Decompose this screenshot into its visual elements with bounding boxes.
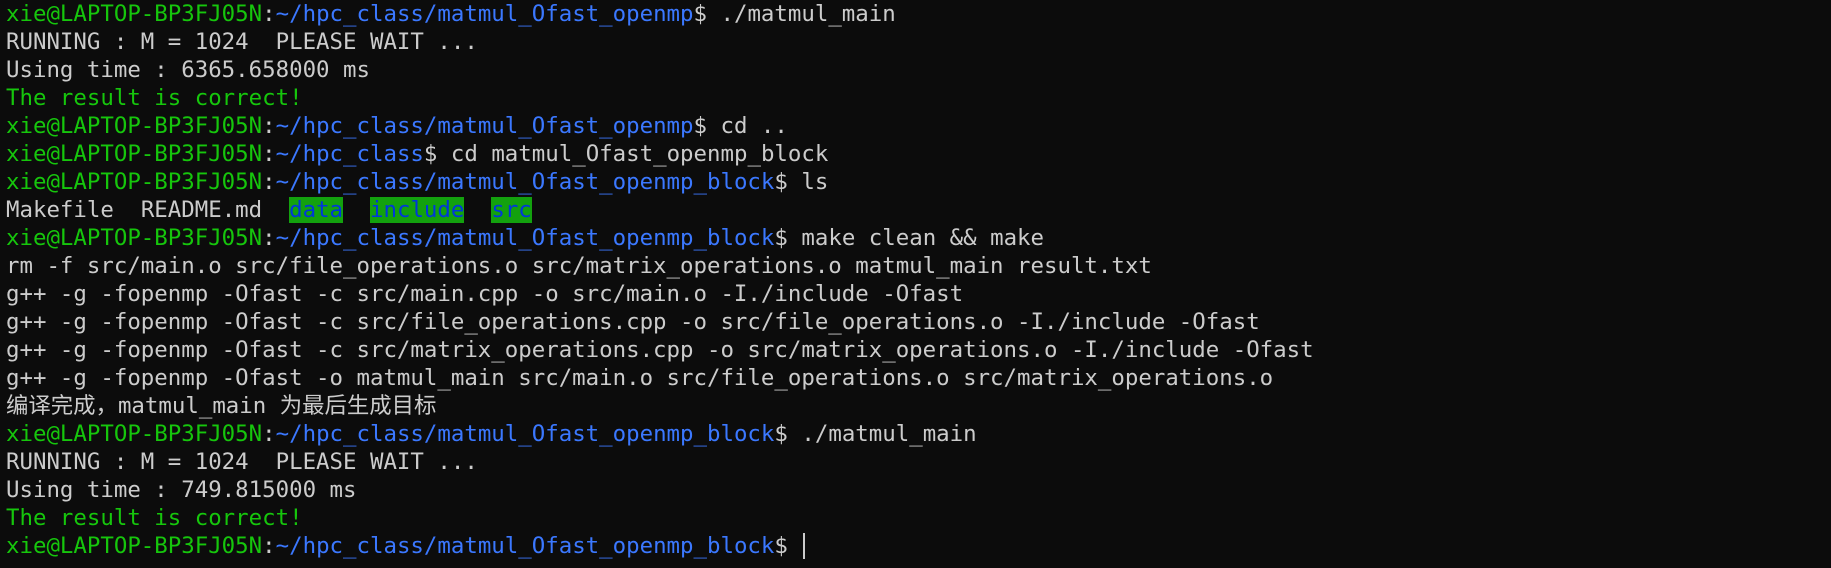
prompt-user: xie@LAPTOP-BP3FJ05N	[6, 141, 263, 167]
output-line: Using time : 749.815000 ms	[6, 477, 357, 503]
prompt-dollar: $	[693, 113, 721, 139]
text-cursor	[803, 533, 806, 559]
output-line: g++ -g -fopenmp -Ofast -c src/file_opera…	[6, 309, 1260, 335]
prompt-line: xie@LAPTOP-BP3FJ05N:~/hpc_class/matmul_O…	[6, 420, 1831, 448]
prompt-path: ~/hpc_class/matmul_Ofast_openmp_block	[275, 169, 775, 195]
success-line: The result is correct!	[6, 85, 303, 111]
prompt-path: ~/hpc_class	[275, 141, 424, 167]
prompt-dollar: $	[423, 141, 451, 167]
output-line: g++ -g -fopenmp -Ofast -o matmul_main sr…	[6, 365, 1274, 391]
prompt-separator: :	[262, 225, 276, 251]
prompt-user: xie@LAPTOP-BP3FJ05N	[6, 1, 263, 27]
prompt-separator: :	[262, 1, 276, 27]
output-line: RUNNING : M = 1024 PLEASE WAIT ...	[6, 449, 478, 475]
prompt-line: xie@LAPTOP-BP3FJ05N:~/hpc_class$ cd matm…	[6, 140, 1831, 168]
command-text: ./matmul_main	[720, 1, 896, 27]
output-line: rm -f src/main.o src/file_operations.o s…	[6, 253, 1152, 279]
file-entry: Makefile	[6, 197, 114, 223]
output-line: g++ -g -fopenmp -Ofast -c src/matrix_ope…	[6, 337, 1314, 363]
prompt-user: xie@LAPTOP-BP3FJ05N	[6, 113, 263, 139]
prompt-path: ~/hpc_class/matmul_Ofast_openmp	[275, 113, 694, 139]
command-text: cd matmul_Ofast_openmp_block	[450, 141, 829, 167]
command-text: make clean && make	[801, 225, 1045, 251]
prompt-user: xie@LAPTOP-BP3FJ05N	[6, 421, 263, 447]
prompt-separator: :	[262, 141, 276, 167]
prompt-line: xie@LAPTOP-BP3FJ05N:~/hpc_class/matmul_O…	[6, 112, 1831, 140]
command-text: cd ..	[720, 113, 788, 139]
prompt-line: xie@LAPTOP-BP3FJ05N:~/hpc_class/matmul_O…	[6, 168, 1831, 196]
file-entry: README.md	[140, 197, 263, 223]
prompt-path: ~/hpc_class/matmul_Ofast_openmp_block	[275, 421, 775, 447]
prompt-dollar: $	[774, 225, 802, 251]
prompt-dollar: $	[774, 169, 802, 195]
output-line: RUNNING : M = 1024 PLEASE WAIT ...	[6, 29, 478, 55]
prompt-line: xie@LAPTOP-BP3FJ05N:~/hpc_class/matmul_O…	[6, 0, 1831, 28]
prompt-separator: :	[262, 421, 276, 447]
prompt-dollar: $	[774, 421, 802, 447]
output-line: 编译完成，matmul_main 为最后生成目标	[6, 393, 437, 419]
prompt-separator: :	[262, 113, 276, 139]
directory-entry: data	[289, 197, 344, 223]
prompt-path: ~/hpc_class/matmul_Ofast_openmp_block	[275, 533, 775, 559]
command-text: ./matmul_main	[801, 421, 977, 447]
prompt-user: xie@LAPTOP-BP3FJ05N	[6, 225, 263, 251]
prompt-user: xie@LAPTOP-BP3FJ05N	[6, 533, 263, 559]
prompt-separator: :	[262, 169, 276, 195]
terminal-window[interactable]: xie@LAPTOP-BP3FJ05N:~/hpc_class/matmul_O…	[0, 0, 1831, 568]
prompt-dollar: $	[693, 1, 721, 27]
output-line: g++ -g -fopenmp -Ofast -c src/main.cpp -…	[6, 281, 964, 307]
prompt-path: ~/hpc_class/matmul_Ofast_openmp	[275, 1, 694, 27]
ls-output-line: Makefile README.md data include src	[6, 196, 1831, 224]
directory-entry: include	[370, 197, 465, 223]
directory-entry: src	[491, 197, 532, 223]
prompt-user: xie@LAPTOP-BP3FJ05N	[6, 169, 263, 195]
prompt-line: xie@LAPTOP-BP3FJ05N:~/hpc_class/matmul_O…	[6, 224, 1831, 252]
prompt-path: ~/hpc_class/matmul_Ofast_openmp_block	[275, 225, 775, 251]
success-line: The result is correct!	[6, 505, 303, 531]
prompt-dollar: $	[774, 533, 802, 559]
output-line: Using time : 6365.658000 ms	[6, 57, 370, 83]
prompt-separator: :	[262, 533, 276, 559]
command-text: ls	[801, 169, 829, 195]
active-prompt-line[interactable]: xie@LAPTOP-BP3FJ05N:~/hpc_class/matmul_O…	[6, 532, 1831, 560]
